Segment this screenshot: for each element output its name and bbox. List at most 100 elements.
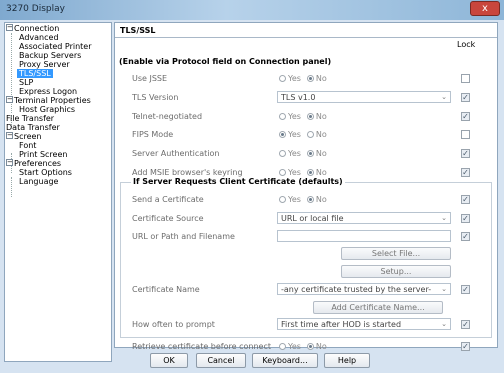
window-title: 3270 Display: [6, 4, 65, 14]
tree-item-advanced[interactable]: Advanced: [19, 33, 59, 42]
fips-mode-no-radio[interactable]: [306, 131, 314, 138]
certificate-source-select[interactable]: URL or local file ⌄: [277, 212, 451, 224]
tls-version-select[interactable]: TLS v1.0 ⌄: [277, 91, 451, 103]
tree-item-label: Terminal Properties: [14, 96, 91, 105]
send-certificate-yes-radio[interactable]: [279, 196, 286, 203]
radio-label: Yes: [288, 112, 301, 121]
server-auth-no-radio[interactable]: [306, 150, 314, 157]
server-auth-yes-radio[interactable]: [279, 150, 286, 157]
tree-item-label: Express Logon: [19, 87, 78, 96]
cancel-button[interactable]: Cancel: [196, 353, 246, 368]
radio-label: No: [315, 112, 327, 121]
tree-item-file-transfer[interactable]: File Transfer: [6, 114, 54, 123]
url-path-lock-checkbox[interactable]: ✓: [461, 232, 470, 241]
setup-button[interactable]: Setup...: [341, 265, 451, 278]
send-certificate-label: Send a Certificate: [132, 195, 204, 204]
telnet-negotiated-no-radio[interactable]: [306, 113, 314, 120]
tree-item-slp[interactable]: SLP: [19, 78, 33, 87]
tree-item-associated-printer[interactable]: Associated Printer: [19, 42, 92, 51]
collapse-icon[interactable]: −: [6, 159, 13, 166]
send-certificate-no-radio[interactable]: [306, 196, 314, 203]
tree-item-connection[interactable]: −Connection: [6, 24, 59, 33]
tree-item-label: Proxy Server: [19, 60, 70, 69]
tree-item-print-screen[interactable]: Print Screen: [19, 150, 67, 159]
tree-item-label: SLP: [19, 78, 34, 87]
add-certificate-name-button[interactable]: Add Certificate Name...: [313, 301, 443, 314]
tree-item-data-transfer[interactable]: Data Transfer: [6, 123, 60, 132]
fips-mode-yes-radio[interactable]: [279, 131, 286, 138]
retrieve-certificate-lock-checkbox[interactable]: ✓: [461, 342, 470, 351]
msie-keyring-lock-checkbox[interactable]: ✓: [461, 168, 470, 177]
radio-label: Yes: [288, 195, 301, 204]
keyboard-button[interactable]: Keyboard...: [252, 353, 318, 368]
tree-item-tls-ssl[interactable]: TLS/SSL: [17, 69, 53, 78]
tree-item-preferences[interactable]: −Preferences: [6, 159, 61, 168]
url-path-input[interactable]: [277, 230, 451, 242]
collapse-icon[interactable]: −: [6, 132, 13, 139]
certificate-name-select[interactable]: -any certificate trusted by the server- …: [277, 283, 451, 295]
tree-item-font[interactable]: Font: [19, 141, 36, 150]
tls-version-lock-checkbox[interactable]: ✓: [461, 93, 470, 102]
retrieve-certificate-no-radio[interactable]: [306, 343, 314, 350]
tree-item-proxy-server[interactable]: Proxy Server: [19, 60, 70, 69]
tree-item-label: Host Graphics: [19, 105, 76, 114]
prompt-frequency-lock-checkbox[interactable]: ✓: [461, 320, 470, 329]
tree-item-label: Preferences: [14, 159, 62, 168]
help-button[interactable]: Help: [324, 353, 370, 368]
tree-item-terminal-properties[interactable]: −Terminal Properties: [6, 96, 91, 105]
chevron-down-icon: ⌄: [441, 214, 447, 222]
msie-keyring-no-radio[interactable]: [306, 169, 314, 176]
navigation-tree: −Connection Advanced Associated Printer …: [4, 22, 112, 362]
certificate-source-lock-checkbox[interactable]: ✓: [461, 214, 470, 223]
collapse-icon[interactable]: −: [6, 24, 13, 31]
radio-label: No: [315, 195, 327, 204]
use-jsse-yes-radio[interactable]: [279, 75, 286, 82]
prompt-frequency-select[interactable]: First time after HOD is started ⌄: [277, 318, 451, 330]
telnet-negotiated-lock-checkbox[interactable]: ✓: [461, 112, 470, 121]
tree-item-screen[interactable]: −Screen: [6, 132, 42, 141]
tree-item-label: Screen: [14, 132, 42, 141]
fips-mode-radio-group: Yes No: [279, 130, 327, 139]
tree-item-host-graphics[interactable]: Host Graphics: [19, 105, 75, 114]
client-certificate-group: If Server Requests Client Certificate (d…: [120, 177, 492, 338]
protocol-note: (Enable via Protocol field on Connection…: [119, 57, 332, 66]
retrieve-certificate-label: Retrieve certificate before connect: [132, 342, 271, 351]
msie-keyring-label: Add MSIE browser's keyring: [132, 168, 243, 177]
tree-item-label: Connection: [14, 24, 60, 33]
tree-item-express-logon[interactable]: Express Logon: [19, 87, 77, 96]
server-auth-lock-checkbox[interactable]: ✓: [461, 149, 470, 158]
msie-keyring-yes-radio[interactable]: [279, 169, 286, 176]
prompt-frequency-value: First time after HOD is started: [281, 320, 402, 329]
prompt-frequency-label: How often to prompt: [132, 320, 215, 329]
tree-item-label: File Transfer: [6, 114, 55, 123]
retrieve-certificate-yes-radio[interactable]: [279, 343, 286, 350]
telnet-negotiated-yes-radio[interactable]: [279, 113, 286, 120]
send-certificate-lock-checkbox[interactable]: ✓: [461, 195, 470, 204]
radio-label: Yes: [288, 130, 301, 139]
title-bar: 3270 Display x: [0, 0, 504, 20]
tls-version-label: TLS Version: [132, 93, 179, 102]
use-jsse-lock-checkbox[interactable]: [461, 74, 470, 83]
collapse-icon[interactable]: −: [6, 96, 13, 103]
radio-label: No: [315, 342, 327, 351]
radio-label: No: [315, 74, 327, 83]
tree-item-language[interactable]: Language: [19, 177, 58, 186]
fips-mode-label: FIPS Mode: [132, 130, 174, 139]
telnet-negotiated-label: Telnet-negotiated: [132, 112, 203, 121]
ok-button[interactable]: OK: [150, 353, 188, 368]
tree-item-backup-servers[interactable]: Backup Servers: [19, 51, 81, 60]
radio-label: No: [315, 130, 327, 139]
radio-label: Yes: [288, 168, 301, 177]
use-jsse-no-radio[interactable]: [306, 75, 314, 82]
use-jsse-label: Use JSSE: [132, 74, 168, 83]
close-icon[interactable]: x: [470, 1, 500, 16]
certificate-name-label: Certificate Name: [132, 285, 200, 294]
select-file-button[interactable]: Select File...: [341, 247, 451, 260]
tree-item-label: Print Screen: [19, 150, 68, 159]
radio-label: Yes: [288, 74, 301, 83]
tree-item-start-options[interactable]: Start Options: [19, 168, 72, 177]
certificate-name-lock-checkbox[interactable]: ✓: [461, 285, 470, 294]
fips-mode-lock-checkbox[interactable]: [461, 130, 470, 139]
server-auth-radio-group: Yes No: [279, 149, 327, 158]
tree-item-label: Start Options: [19, 168, 72, 177]
